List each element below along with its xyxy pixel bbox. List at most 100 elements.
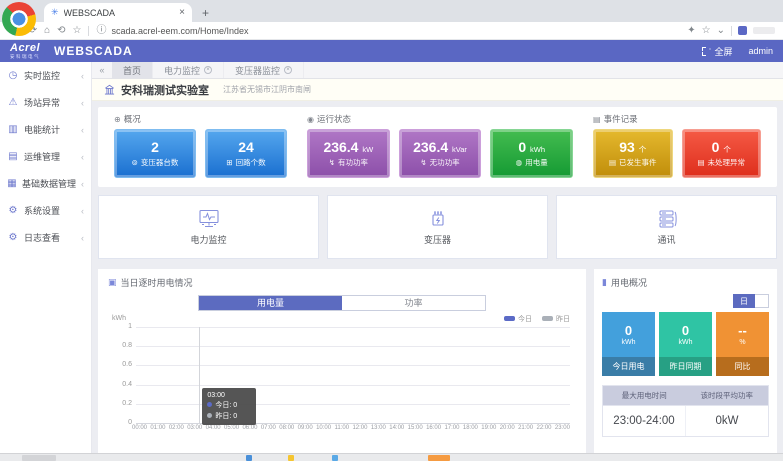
sidebar-item-basic-data-management[interactable]: ▦ 基础数据管理 ‹ xyxy=(0,170,91,197)
alert-icon: ⚠ xyxy=(7,97,19,108)
sidebar-item-operation-management[interactable]: ▤ 运维管理 ‹ xyxy=(0,143,91,170)
chevron-left-icon: ‹ xyxy=(81,233,84,243)
chart-tooltip: 03:00 今日: 0 昨日: 0 xyxy=(202,388,256,426)
max-usage-table: 最大用电时间 该时段平均功率 23:00-24:00 0kW xyxy=(602,385,769,437)
max-usage-time-value: 23:00-24:00 xyxy=(603,406,686,436)
sidebar-item-energy-statistics[interactable]: ▥ 电能统计 ‹ xyxy=(0,116,91,143)
home-icon[interactable]: ⌂ xyxy=(44,26,50,36)
sidebar-item-log-view[interactable]: ⚙ 日志查看 ‹ xyxy=(0,224,91,251)
extension-badge-icon[interactable] xyxy=(738,26,747,35)
page-tab-bar: « 首页 电力监控× 变压器监控× xyxy=(92,62,783,79)
stats-icon: ▥ xyxy=(7,124,19,135)
os-taskbar-sliver[interactable] xyxy=(0,453,783,461)
panel-communication[interactable]: 通讯 xyxy=(556,195,777,259)
hourly-usage-chart-card: ▣ 当日逐时用电情况 用电量 功率 kWh 今日 昨日 1 0.8 0.6 xyxy=(98,269,586,453)
taskbar-item[interactable] xyxy=(288,455,294,461)
circuit-icon: ⊞ xyxy=(226,158,232,167)
tab-power-monitor[interactable]: 电力监控× xyxy=(153,62,224,78)
yesterday-dot-icon xyxy=(207,413,212,418)
browser-tab-title: WEBSCADA xyxy=(64,8,175,18)
tab-power[interactable]: 功率 xyxy=(342,296,485,310)
usage-overview-card: ▮ 用电概况 日 0kWh 今日用电 0kWh 昨日同期 xyxy=(594,269,777,453)
comm-server-icon xyxy=(655,209,679,229)
stat-reactive-power[interactable]: 236.4 kVar ↯无功功率 xyxy=(399,129,482,178)
browser-url-bar: ‹ › ⟳ ⌂ ⟲ ☆ ⓘ scada.acrel-eem.com/Home/I… xyxy=(0,22,783,40)
site-location: 江苏省无锡市江阴市南闸 xyxy=(223,84,311,95)
browser-tab-strip: ✳ WEBSCADA × + xyxy=(0,0,783,22)
tile-yesterday-usage: 0kWh 昨日同期 xyxy=(659,312,712,376)
favicon: ✳ xyxy=(51,7,59,18)
nav-panel-row: 电力监控 变压器 通讯 xyxy=(98,195,777,259)
sidebar-item-system-settings[interactable]: ⚙ 系统设置 ‹ xyxy=(0,197,91,224)
panel-transformer[interactable]: 变压器 xyxy=(327,195,548,259)
bookmark-star-icon[interactable]: ☆ xyxy=(73,26,82,36)
panel-power-monitoring[interactable]: 电力监控 xyxy=(98,195,319,259)
tab-close-icon[interactable]: × xyxy=(179,7,185,18)
stat-unhandled-events[interactable]: 0 个 ▤未处理异常 xyxy=(682,129,762,178)
acrel-logo: Acrel 安科瑞电气 xyxy=(10,43,40,60)
stats-card: ⊕ 概况 2 ⊚变压器台数 24 ⊞回路个数 ◉ 运行状 xyxy=(98,107,777,187)
chart-crosshair xyxy=(199,327,200,423)
chevron-left-icon: ‹ xyxy=(81,71,84,81)
stat-active-power[interactable]: 236.4 kW ↯有功功率 xyxy=(307,129,390,178)
browser-tab[interactable]: ✳ WEBSCADA × xyxy=(44,3,192,22)
stat-energy-usage[interactable]: 0 kWh ◍用电量 xyxy=(490,129,573,178)
close-tab-icon[interactable]: × xyxy=(284,66,292,74)
stat-occurred-events[interactable]: 93 个 ▤已发生事件 xyxy=(593,129,673,178)
tile-comparison: --% 同比 xyxy=(716,312,769,376)
user-menu[interactable]: admin xyxy=(748,46,773,56)
x-axis-labels: 00:0001:0002:0003:0004:0005:0006:0007:00… xyxy=(132,425,570,431)
logo-subtext: 安科瑞电气 xyxy=(10,55,40,60)
chart-legend: 今日 昨日 xyxy=(504,314,570,324)
taskbar-item[interactable] xyxy=(246,455,252,461)
chrome-logo-icon[interactable] xyxy=(2,2,36,36)
taskbar-item[interactable] xyxy=(332,455,338,461)
list-icon: ▤ xyxy=(7,151,19,162)
site-name: 安科瑞测试实验室 xyxy=(121,82,209,98)
tab-home[interactable]: 首页 xyxy=(112,62,153,78)
avg-power-value: 0kW xyxy=(686,406,768,436)
tile-today-usage: 0kWh 今日用电 xyxy=(602,312,655,376)
taskbar-item[interactable] xyxy=(22,455,56,461)
fullscreen-icon xyxy=(702,47,711,56)
address-box[interactable]: ⓘ scada.acrel-eem.com/Home/Index xyxy=(96,26,680,36)
table-header-max-time: 最大用电时间 xyxy=(603,386,686,405)
stat-transformer-count[interactable]: 2 ⊚变压器台数 xyxy=(114,129,196,178)
transformer-icon xyxy=(426,209,450,229)
sidebar: ◷ 实时监控 ‹ ⚠ 场站异常 ‹ ▥ 电能统计 ‹ ▤ 运维管理 ‹ ▦ 基础… xyxy=(0,62,92,453)
sidebar-item-station-abnormal[interactable]: ⚠ 场站异常 ‹ xyxy=(0,89,91,116)
table-header-avg-power: 该时段平均功率 xyxy=(686,386,769,405)
document-icon: ▤ xyxy=(697,158,704,167)
event-icon: ▤ xyxy=(593,115,601,124)
divider xyxy=(88,26,89,36)
fullscreen-button[interactable]: 全屏 xyxy=(702,45,732,58)
caret-down-icon[interactable]: ⌄ xyxy=(717,26,725,36)
power-icon: ↯ xyxy=(329,158,335,167)
app-title: WEBSCADA xyxy=(54,44,133,58)
divider xyxy=(731,26,732,36)
extension-icon[interactable]: ✦ xyxy=(687,26,695,36)
bulb-icon: ◍ xyxy=(516,158,523,167)
new-tab-button[interactable]: + xyxy=(202,6,209,22)
site-title-bar: 安科瑞测试实验室 江苏省无锡市江阴市南闸 xyxy=(92,79,783,101)
close-tab-icon[interactable]: × xyxy=(204,66,212,74)
battery-icon: ▮ xyxy=(602,277,607,288)
collapse-tabs-icon[interactable]: « xyxy=(92,62,112,78)
event-record-section-title: ▤ 事件记录 xyxy=(593,113,761,125)
chevron-left-icon: ‹ xyxy=(81,152,84,162)
history-icon[interactable]: ⟲ xyxy=(57,26,65,36)
tab-transformer-monitor[interactable]: 变压器监控× xyxy=(224,62,304,78)
wrench-icon: ⚙ xyxy=(7,205,19,216)
period-day-button[interactable]: 日 xyxy=(733,294,755,308)
taskbar-item-active[interactable] xyxy=(428,455,450,461)
stat-circuit-count[interactable]: 24 ⊞回路个数 xyxy=(205,129,287,178)
period-month-button[interactable] xyxy=(755,294,769,308)
star-icon[interactable]: ☆ xyxy=(702,26,711,36)
line-chart-plot[interactable]: kWh 今日 昨日 1 0.8 0.6 0.4 0.2 0 03:00 今日: … xyxy=(136,327,570,423)
tab-energy[interactable]: 用电量 xyxy=(199,296,342,310)
calendar-icon: ▦ xyxy=(7,178,17,189)
chevron-left-icon: ‹ xyxy=(81,206,84,216)
sidebar-item-realtime-monitor[interactable]: ◷ 实时监控 ‹ xyxy=(0,62,91,89)
building-icon xyxy=(104,84,115,95)
page-info-icon[interactable]: ⓘ xyxy=(96,26,106,36)
